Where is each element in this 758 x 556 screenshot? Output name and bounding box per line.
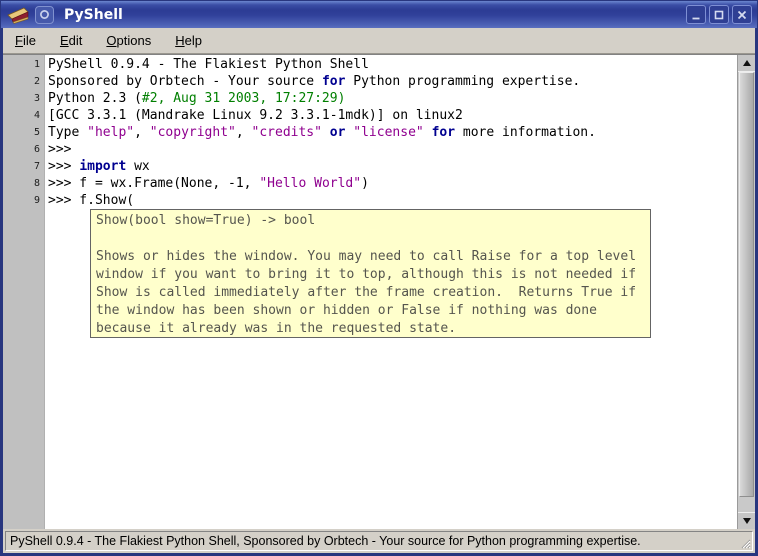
maximize-icon	[713, 9, 725, 21]
circle-pin-icon	[39, 9, 50, 20]
shell-line: 9>>> f.Show(	[3, 192, 737, 209]
vertical-scrollbar[interactable]	[737, 55, 755, 529]
menu-file[interactable]: File	[12, 31, 39, 50]
shell-lines: 1PyShell 0.9.4 - The Flakiest Python She…	[3, 55, 737, 209]
sticky-pin-button[interactable]	[35, 6, 54, 24]
line-number: 8	[3, 175, 44, 192]
shell-line: 7>>> import wx	[3, 158, 737, 175]
shell-line: 3Python 2.3 (#2, Aug 31 2003, 17:27:29)	[3, 90, 737, 107]
scroll-up-button[interactable]	[738, 55, 755, 72]
shell-line: 8>>> f = wx.Frame(None, -1, "Hello World…	[3, 175, 737, 192]
code-text: >>> import wx	[44, 158, 150, 175]
scroll-down-button[interactable]	[738, 512, 755, 529]
code-text: Sponsored by Orbtech - Your source for P…	[44, 73, 580, 90]
statusbar: PyShell 0.9.4 - The Flakiest Python Shel…	[3, 529, 755, 553]
line-number: 2	[3, 73, 44, 90]
line-number: 1	[3, 56, 44, 73]
minimize-icon	[690, 9, 702, 21]
window-controls	[686, 5, 757, 24]
shell-line: 4[GCC 3.3.1 (Mandrake Linux 9.2 3.3.1-1m…	[3, 107, 737, 124]
shell-line: 2Sponsored by Orbtech - Your source for …	[3, 73, 737, 90]
menu-help[interactable]: Help	[172, 31, 205, 50]
code-text: Python 2.3 (#2, Aug 31 2003, 17:27:29)	[44, 90, 345, 107]
menu-edit[interactable]: Edit	[57, 31, 85, 50]
code-text: PyShell 0.9.4 - The Flakiest Python Shel…	[44, 56, 369, 73]
line-number: 7	[3, 158, 44, 175]
close-icon	[736, 9, 748, 21]
code-text: >>> f = wx.Frame(None, -1, "Hello World"…	[44, 175, 369, 192]
status-field: PyShell 0.9.4 - The Flakiest Python Shel…	[5, 531, 753, 551]
calltip-text: Show(bool show=True) -> bool Shows or hi…	[96, 212, 646, 338]
triangle-up-icon	[743, 60, 751, 66]
code-text: >>>	[44, 141, 79, 158]
pie-slice-icon	[7, 6, 29, 24]
code-text: Type "help", "copyright", "credits" or "…	[44, 124, 596, 141]
line-number: 5	[3, 124, 44, 141]
code-text: [GCC 3.3.1 (Mandrake Linux 9.2 3.3.1-1md…	[44, 107, 463, 124]
shell-editor[interactable]: 1PyShell 0.9.4 - The Flakiest Python She…	[3, 54, 755, 529]
titlebar[interactable]: PyShell	[1, 1, 757, 28]
triangle-down-icon	[743, 518, 751, 524]
shell-line: 1PyShell 0.9.4 - The Flakiest Python She…	[3, 56, 737, 73]
scrollbar-thumb[interactable]	[739, 72, 754, 497]
calltip: Show(bool show=True) -> bool Shows or hi…	[90, 209, 651, 338]
code-text: >>> f.Show(	[44, 192, 134, 209]
line-number: 3	[3, 90, 44, 107]
status-text: PyShell 0.9.4 - The Flakiest Python Shel…	[10, 534, 641, 548]
menubar: File Edit Options Help	[3, 28, 755, 54]
resize-grip-icon[interactable]	[740, 538, 751, 549]
shell-line: 5Type "help", "copyright", "credits" or …	[3, 124, 737, 141]
shell-line: 6>>>	[3, 141, 737, 158]
menu-options[interactable]: Options	[103, 31, 154, 50]
close-button[interactable]	[732, 5, 752, 24]
maximize-button[interactable]	[709, 5, 729, 24]
line-number: 6	[3, 141, 44, 158]
window-title: PyShell	[64, 7, 123, 23]
pyshell-window: PyShell File Edit Options H	[0, 0, 758, 556]
line-number: 4	[3, 107, 44, 124]
line-number: 9	[3, 192, 44, 209]
minimize-button[interactable]	[686, 5, 706, 24]
